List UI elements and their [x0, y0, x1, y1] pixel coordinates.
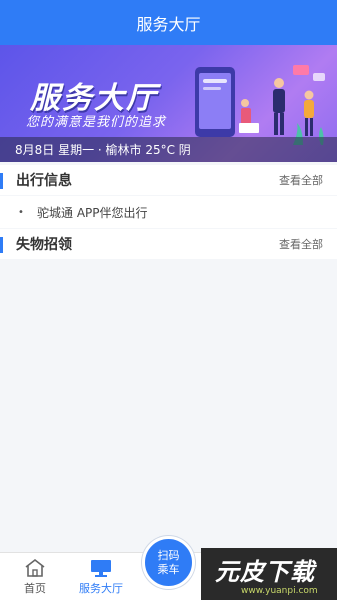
- watermark-logo: 元皮下载 www.yuanpi.com: [201, 548, 337, 600]
- home-icon: [25, 558, 45, 577]
- service-banner[interactable]: 服务大厅 您的满意是我们的追求 8月8日 星期一 · 榆林市 25°C 阴: [0, 45, 337, 162]
- date-weather-text: 8月8日 星期一 · 榆林市 25°C 阴: [15, 143, 191, 157]
- top-header: 服务大厅: [0, 0, 337, 45]
- scan-button-line2: 乘车: [157, 562, 180, 576]
- date-weather-bar: 8月8日 星期一 · 榆林市 25°C 阴: [0, 137, 337, 162]
- travel-info-item[interactable]: • 驼城通 APP伴您出行: [0, 196, 337, 228]
- scan-to-ride-button[interactable]: 扫码 乘车: [142, 536, 195, 589]
- watermark-text: 元皮下载: [215, 558, 315, 586]
- section-accent-bar: [0, 173, 3, 189]
- scan-button-line1: 扫码: [157, 548, 180, 562]
- page-title: 服务大厅: [136, 14, 201, 34]
- travel-info-title: 出行信息: [16, 173, 72, 189]
- travel-info-item-text: 驼城通 APP伴您出行: [37, 205, 148, 220]
- list-bullet: •: [18, 206, 24, 218]
- tab-service-hall[interactable]: 服务大厅: [66, 553, 136, 600]
- section-accent-bar: [0, 237, 3, 253]
- banner-illustration-icon: [195, 65, 325, 145]
- tab-home[interactable]: 首页: [0, 553, 70, 600]
- lost-found-header: 失物招领 查看全部: [0, 229, 337, 259]
- banner-slogan: 您的满意是我们的追求: [26, 115, 167, 130]
- lost-found-view-all-link[interactable]: 查看全部: [279, 236, 323, 252]
- tab-home-label: 首页: [24, 582, 46, 595]
- watermark-url: www.yuanpi.com: [241, 586, 318, 596]
- travel-info-view-all-link[interactable]: 查看全部: [279, 172, 323, 188]
- monitor-icon: [91, 560, 111, 577]
- lost-found-title: 失物招领: [16, 237, 72, 253]
- tab-service-hall-label: 服务大厅: [79, 582, 123, 595]
- travel-info-header: 出行信息 查看全部: [0, 165, 337, 195]
